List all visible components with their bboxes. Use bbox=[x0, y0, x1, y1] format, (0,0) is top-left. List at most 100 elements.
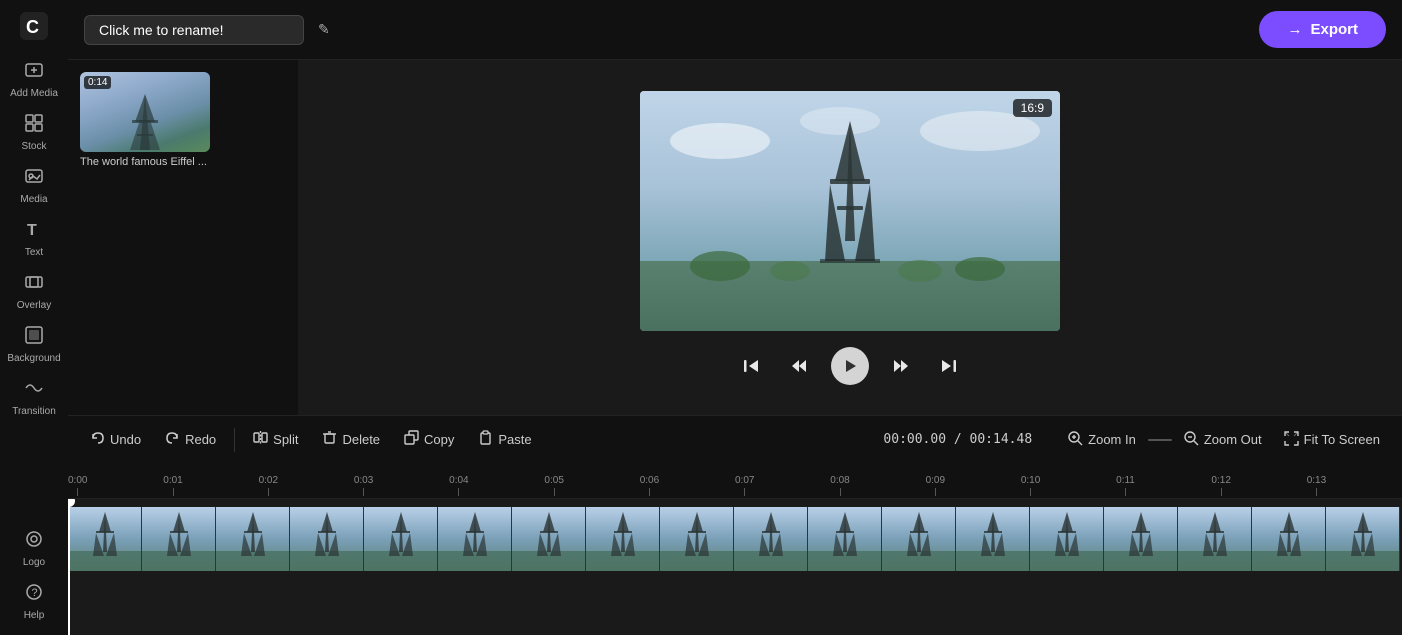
redo-button[interactable]: Redo bbox=[155, 424, 226, 455]
track-frame bbox=[956, 507, 1030, 571]
track-frame bbox=[1178, 507, 1252, 571]
ruler-mark-label: 0:12 bbox=[1211, 475, 1230, 486]
play-button[interactable] bbox=[831, 347, 869, 385]
svg-text:T: T bbox=[27, 222, 37, 239]
content-area: 0:14 The world famous Eiffel ... bbox=[68, 60, 1402, 635]
timeline-track-area[interactable] bbox=[68, 499, 1402, 635]
skip-to-start-button[interactable] bbox=[735, 350, 767, 382]
playhead-head bbox=[68, 499, 75, 507]
sidebar-item-text[interactable]: T Text bbox=[4, 213, 64, 264]
timeline-area: Undo Redo bbox=[68, 415, 1402, 635]
preview-background bbox=[640, 91, 1060, 331]
paste-button[interactable]: Paste bbox=[468, 424, 541, 455]
sidebar-item-label: Transition bbox=[12, 406, 56, 417]
delete-label: Delete bbox=[342, 432, 380, 447]
zoom-divider bbox=[1148, 439, 1172, 441]
sidebar-item-stock[interactable]: Stock bbox=[4, 107, 64, 158]
ruler-mark: 0:02 bbox=[259, 475, 278, 496]
main-content: ✎ → Export bbox=[68, 0, 1402, 635]
delete-icon bbox=[322, 430, 337, 449]
track-frame bbox=[1252, 507, 1326, 571]
split-button[interactable]: Split bbox=[243, 424, 308, 455]
copy-button[interactable]: Copy bbox=[394, 424, 464, 455]
sidebar-item-overlay[interactable]: Overlay bbox=[4, 266, 64, 317]
preview-video: 16:9 bbox=[640, 91, 1060, 331]
zoom-in-icon bbox=[1068, 431, 1083, 449]
ruler-mark: 0:01 bbox=[163, 475, 182, 496]
overlay-icon bbox=[24, 272, 44, 297]
ruler-mark-line bbox=[1030, 488, 1031, 496]
ruler-mark: 0:04 bbox=[449, 475, 468, 496]
track-frame bbox=[512, 507, 586, 571]
fast-forward-button[interactable] bbox=[885, 350, 917, 382]
ruler-mark-label: 0:02 bbox=[259, 475, 278, 486]
ruler-mark: 0:00 bbox=[68, 475, 87, 496]
redo-label: Redo bbox=[185, 432, 216, 447]
ruler-mark-label: 0:06 bbox=[640, 475, 659, 486]
ruler-mark-line bbox=[77, 488, 78, 496]
stock-icon bbox=[24, 113, 44, 138]
ruler-mark: 0:13 bbox=[1307, 475, 1326, 496]
transition-icon bbox=[24, 378, 44, 403]
time-display: 00:00.00 / 00:14.48 bbox=[883, 432, 1032, 447]
ruler-mark: 0:12 bbox=[1211, 475, 1230, 496]
logo-icon bbox=[24, 529, 44, 554]
fit-to-screen-button[interactable]: Fit To Screen bbox=[1274, 426, 1390, 454]
sidebar-item-label: Help bbox=[24, 610, 45, 621]
time-total: 00:14.48 bbox=[970, 432, 1033, 447]
sidebar-item-media[interactable]: Media bbox=[4, 160, 64, 211]
fit-to-screen-label: Fit To Screen bbox=[1304, 432, 1380, 447]
project-title-input[interactable] bbox=[84, 15, 304, 45]
export-button[interactable]: → Export bbox=[1259, 11, 1386, 48]
track-frame bbox=[734, 507, 808, 571]
sidebar-item-logo[interactable]: Logo bbox=[4, 523, 64, 574]
ruler-mark: 0:08 bbox=[830, 475, 849, 496]
zoom-in-button[interactable]: Zoom In bbox=[1060, 426, 1144, 454]
sidebar-item-add-media[interactable]: Add Media bbox=[4, 54, 64, 105]
ruler-mark-line bbox=[458, 488, 459, 496]
ruler-mark-line bbox=[554, 488, 555, 496]
split-icon bbox=[253, 430, 268, 449]
time-separator: / bbox=[954, 432, 962, 447]
zoom-out-button[interactable]: Zoom Out bbox=[1176, 426, 1270, 454]
sidebar-item-label: Logo bbox=[23, 557, 45, 568]
sidebar-item-background[interactable]: Background bbox=[4, 319, 64, 370]
sidebar-item-transition[interactable]: Transition bbox=[4, 372, 64, 423]
ruler-mark-line bbox=[744, 488, 745, 496]
ruler-mark-line bbox=[363, 488, 364, 496]
timeline-ruler: 0:000:010:020:030:040:050:060:070:080:09… bbox=[68, 463, 1402, 499]
svg-text:?: ? bbox=[32, 587, 38, 599]
ruler-mark-label: 0:10 bbox=[1021, 475, 1040, 486]
track-frame bbox=[142, 507, 216, 571]
ruler-mark-label: 0:13 bbox=[1307, 475, 1326, 486]
rewind-button[interactable] bbox=[783, 350, 815, 382]
aspect-ratio-badge: 16:9 bbox=[1013, 99, 1052, 117]
ruler-mark-label: 0:08 bbox=[830, 475, 849, 486]
fit-to-screen-icon bbox=[1284, 431, 1299, 449]
media-title: The world famous Eiffel ... bbox=[80, 156, 210, 168]
ruler-mark-label: 0:04 bbox=[449, 475, 468, 486]
track-frame bbox=[808, 507, 882, 571]
undo-label: Undo bbox=[110, 432, 141, 447]
media-thumbnail[interactable]: 0:14 bbox=[80, 72, 210, 152]
app-logo: C bbox=[16, 8, 52, 44]
ruler-mark-label: 0:11 bbox=[1116, 475, 1135, 486]
ruler-mark: 0:11 bbox=[1116, 475, 1135, 496]
svg-text:C: C bbox=[26, 17, 39, 37]
skip-to-end-button[interactable] bbox=[933, 350, 965, 382]
delete-button[interactable]: Delete bbox=[312, 424, 390, 455]
ruler-mark-line bbox=[1221, 488, 1222, 496]
ruler-mark: 0:10 bbox=[1021, 475, 1040, 496]
ruler-mark-line bbox=[649, 488, 650, 496]
sidebar-item-help[interactable]: ? Help bbox=[4, 576, 64, 627]
undo-button[interactable]: Undo bbox=[80, 424, 151, 455]
ruler-mark-line bbox=[1316, 488, 1317, 496]
toolbar-divider-1 bbox=[234, 428, 235, 452]
redo-icon bbox=[165, 430, 180, 449]
video-track[interactable] bbox=[68, 507, 1402, 571]
sidebar-item-label: Text bbox=[25, 247, 43, 258]
track-frame bbox=[1326, 507, 1400, 571]
zoom-out-label: Zoom Out bbox=[1204, 432, 1262, 447]
ruler-mark-line bbox=[935, 488, 936, 496]
help-icon: ? bbox=[24, 582, 44, 607]
